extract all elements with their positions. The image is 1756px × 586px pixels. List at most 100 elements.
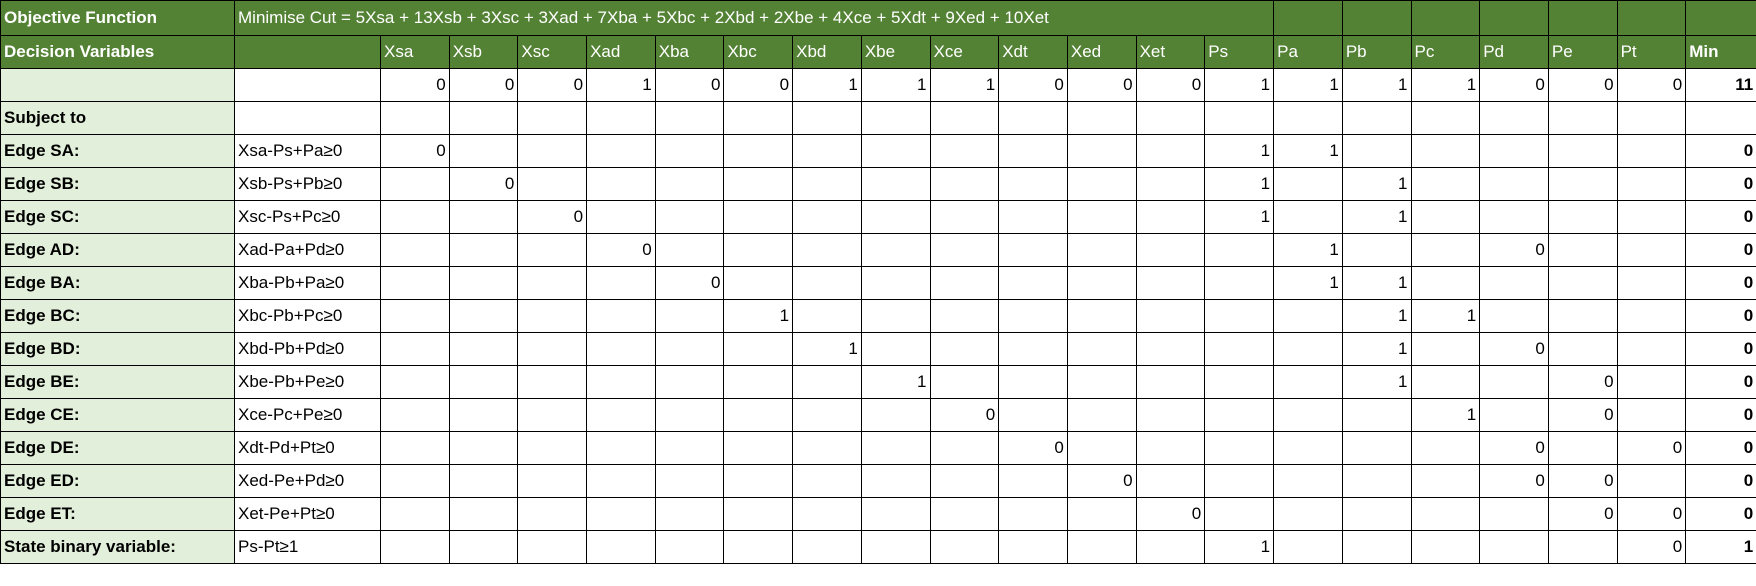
constraint-coefficient[interactable] <box>929 332 1000 366</box>
constraint-label[interactable]: State binary variable: <box>0 530 235 564</box>
constraint-coefficient[interactable] <box>1135 464 1206 498</box>
constraint-coefficient[interactable] <box>1273 530 1343 564</box>
solution-value[interactable]: 0 <box>448 68 519 102</box>
constraint-coefficient[interactable]: 0 <box>654 266 725 300</box>
cell-empty[interactable] <box>1479 101 1549 135</box>
constraint-coefficient[interactable] <box>860 299 931 333</box>
constraint-coefficient[interactable] <box>1066 266 1137 300</box>
constraint-coefficient[interactable] <box>723 233 794 267</box>
column-header[interactable]: Xet <box>1135 35 1206 69</box>
constraint-coefficient[interactable] <box>723 134 794 168</box>
constraint-coefficient[interactable] <box>586 299 656 333</box>
constraint-coefficient[interactable]: 0 <box>586 233 656 267</box>
constraint-coefficient[interactable] <box>517 365 588 399</box>
constraint-coefficient[interactable] <box>1479 365 1549 399</box>
constraint-result[interactable]: 0 <box>1685 299 1756 333</box>
constraint-coefficient[interactable] <box>380 299 450 333</box>
constraint-result[interactable]: 1 <box>1685 530 1756 564</box>
constraint-coefficient[interactable] <box>929 299 1000 333</box>
constraint-coefficient[interactable] <box>1204 431 1275 465</box>
constraint-coefficient[interactable] <box>1204 299 1275 333</box>
constraint-coefficient[interactable] <box>1479 299 1549 333</box>
cell-empty[interactable] <box>1685 0 1756 36</box>
constraint-coefficient[interactable] <box>380 167 450 201</box>
constraint-coefficient[interactable] <box>1273 200 1343 234</box>
constraint-formula[interactable]: Ps-Pt≥1 <box>234 530 381 564</box>
subject-to-label[interactable]: Subject to <box>0 101 235 135</box>
constraint-result[interactable]: 0 <box>1685 134 1756 168</box>
constraint-coefficient[interactable] <box>517 398 588 432</box>
cell-empty[interactable] <box>586 101 656 135</box>
constraint-coefficient[interactable]: 0 <box>1616 530 1687 564</box>
cell-empty[interactable] <box>234 101 381 135</box>
constraint-formula[interactable]: Xbd-Pb+Pd≥0 <box>234 332 381 366</box>
constraint-coefficient[interactable] <box>654 233 725 267</box>
constraint-coefficient[interactable] <box>929 233 1000 267</box>
constraint-coefficient[interactable] <box>654 134 725 168</box>
constraint-coefficient[interactable] <box>1616 299 1687 333</box>
constraint-coefficient[interactable] <box>517 530 588 564</box>
constraint-coefficient[interactable] <box>1547 134 1618 168</box>
constraint-label[interactable]: Edge BD: <box>0 332 235 366</box>
constraint-formula[interactable]: Xce-Pc+Pe≥0 <box>234 398 381 432</box>
constraint-coefficient[interactable] <box>1547 233 1618 267</box>
cell-empty[interactable] <box>517 101 588 135</box>
constraint-coefficient[interactable] <box>1273 398 1343 432</box>
constraint-coefficient[interactable] <box>380 530 450 564</box>
constraint-coefficient[interactable] <box>860 398 931 432</box>
constraint-coefficient[interactable] <box>517 332 588 366</box>
column-header[interactable]: Xbe <box>860 35 931 69</box>
constraint-coefficient[interactable] <box>1410 167 1481 201</box>
constraint-label[interactable]: Edge SA: <box>0 134 235 168</box>
cell-empty[interactable] <box>448 101 519 135</box>
constraint-coefficient[interactable] <box>1135 398 1206 432</box>
constraint-coefficient[interactable] <box>586 365 656 399</box>
constraint-coefficient[interactable] <box>1479 530 1549 564</box>
constraint-coefficient[interactable] <box>1066 530 1137 564</box>
constraint-formula[interactable]: Xad-Pa+Pd≥0 <box>234 233 381 267</box>
constraint-coefficient[interactable] <box>1135 233 1206 267</box>
solution-value[interactable]: 0 <box>1616 68 1687 102</box>
constraint-formula[interactable]: Xbe-Pb+Pe≥0 <box>234 365 381 399</box>
constraint-coefficient[interactable] <box>586 464 656 498</box>
constraint-coefficient[interactable] <box>654 398 725 432</box>
cell-empty[interactable] <box>929 101 1000 135</box>
constraint-coefficient[interactable] <box>792 167 862 201</box>
constraint-coefficient[interactable] <box>1066 134 1137 168</box>
constraint-coefficient[interactable] <box>1273 332 1343 366</box>
cell-empty[interactable] <box>1273 101 1343 135</box>
constraint-coefficient[interactable] <box>1410 266 1481 300</box>
constraint-label[interactable]: Edge ET: <box>0 497 235 531</box>
constraint-coefficient[interactable]: 1 <box>1273 134 1343 168</box>
solution-value[interactable]: 0 <box>517 68 588 102</box>
constraint-coefficient[interactable] <box>448 233 519 267</box>
constraint-coefficient[interactable] <box>1204 233 1275 267</box>
constraint-coefficient[interactable] <box>654 431 725 465</box>
constraint-coefficient[interactable] <box>517 299 588 333</box>
column-header[interactable]: Xce <box>929 35 1000 69</box>
constraint-coefficient[interactable] <box>586 530 656 564</box>
constraint-coefficient[interactable] <box>792 266 862 300</box>
constraint-coefficient[interactable] <box>1135 365 1206 399</box>
column-header[interactable]: Pc <box>1410 35 1481 69</box>
objective-label[interactable]: Objective Function <box>0 0 235 36</box>
constraint-coefficient[interactable] <box>723 530 794 564</box>
constraint-coefficient[interactable] <box>1479 167 1549 201</box>
constraint-coefficient[interactable] <box>380 266 450 300</box>
constraint-coefficient[interactable] <box>448 266 519 300</box>
constraint-coefficient[interactable] <box>654 167 725 201</box>
constraint-coefficient[interactable] <box>1204 464 1275 498</box>
solution-value[interactable]: 1 <box>792 68 862 102</box>
constraint-coefficient[interactable] <box>929 167 1000 201</box>
constraint-coefficient[interactable] <box>1066 299 1137 333</box>
constraint-coefficient[interactable] <box>1135 299 1206 333</box>
constraint-coefficient[interactable] <box>448 497 519 531</box>
constraint-coefficient[interactable] <box>517 266 588 300</box>
constraint-coefficient[interactable] <box>1341 233 1412 267</box>
column-header[interactable]: Xsb <box>448 35 519 69</box>
constraint-coefficient[interactable] <box>998 365 1068 399</box>
constraint-result[interactable]: 0 <box>1685 266 1756 300</box>
solution-value[interactable]: 1 <box>860 68 931 102</box>
constraint-coefficient[interactable] <box>1135 332 1206 366</box>
cell-empty[interactable] <box>723 101 794 135</box>
